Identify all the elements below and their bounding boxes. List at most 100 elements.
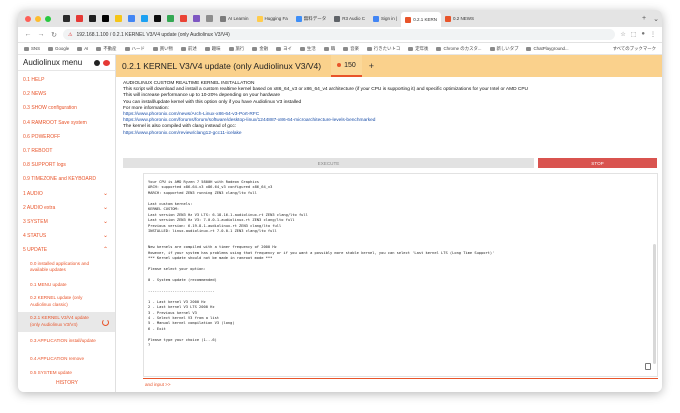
folder-icon bbox=[526, 46, 532, 51]
browser-tab-pinned[interactable] bbox=[60, 10, 73, 27]
bookmark-item[interactable]: ChatPlayground... bbox=[526, 46, 569, 51]
bookmark-item[interactable]: Chrome のカスタ... bbox=[436, 46, 482, 52]
execute-button[interactable]: EXECUTE bbox=[123, 158, 534, 168]
browser-tab[interactable]: Hugging Fa bbox=[253, 12, 292, 25]
browser-tab[interactable]: Sign in | bbox=[369, 12, 401, 25]
browser-tab[interactable]: R3 Audio C bbox=[330, 12, 369, 25]
browser-tab[interactable]: 0.2 NEWS bbox=[441, 12, 478, 25]
reload-icon[interactable]: ↻ bbox=[50, 31, 58, 39]
copy-icon[interactable] bbox=[645, 363, 651, 370]
sidebar-item-label: 0.3 SHOW configuration bbox=[23, 105, 77, 112]
chevron-down-icon: ⌄ bbox=[102, 190, 108, 197]
sidebar-item[interactable]: 0.3 SHOW configuration bbox=[18, 101, 115, 115]
bookmark-item[interactable]: 趣味 bbox=[204, 46, 221, 52]
bookmark-label: ハード bbox=[131, 45, 145, 51]
bookmark-label: SNS bbox=[31, 46, 41, 51]
bookmark-item[interactable]: 新しいタブ bbox=[489, 46, 518, 52]
sidebar-item[interactable]: 4 STATUS ⌄ bbox=[18, 229, 115, 243]
clang-review-link[interactable]: https://www.phoronix.com/review/clang12-… bbox=[123, 131, 655, 137]
browser-tab-pinned[interactable] bbox=[86, 10, 99, 27]
sidebar-subitem[interactable]: 0.2 KERNEL update (only Audiolinux class… bbox=[18, 292, 115, 312]
sidebar-item[interactable]: 0.7 REBOOT bbox=[18, 144, 115, 158]
bookmark-item[interactable]: 買い物 bbox=[152, 46, 173, 52]
browser-tab-pinned[interactable] bbox=[138, 10, 151, 27]
sidebar-subitem[interactable]: 0.0 installed applications and available… bbox=[18, 257, 115, 277]
browser-tab-pinned[interactable] bbox=[151, 10, 164, 27]
sidebar-item[interactable]: 0.4 RAMROOT Save system bbox=[18, 116, 115, 130]
close-window-button[interactable] bbox=[25, 15, 31, 22]
bookmark-item[interactable]: 前述 bbox=[180, 46, 197, 52]
browser-tab[interactable]: 無料データ bbox=[292, 12, 331, 25]
main-panel: 0.2.1 KERNEL V3/V4 update (only Audiolin… bbox=[116, 55, 662, 392]
new-tab-button[interactable]: + bbox=[638, 15, 650, 22]
session-tab[interactable]: 150 bbox=[331, 55, 362, 77]
sidebar-subitem[interactable]: 0.3 APPLICATION install/update bbox=[18, 332, 115, 352]
github-icon[interactable] bbox=[94, 59, 100, 66]
folder-icon bbox=[489, 46, 495, 51]
bookmark-item[interactable]: 旅行 bbox=[228, 46, 244, 52]
sidebar-item[interactable]: 0.9 TIMEZONE and KEYBOARD bbox=[18, 172, 115, 186]
bookmark-item[interactable]: 生活 bbox=[299, 46, 316, 52]
sidebar-subitem[interactable]: 0.1 MENU update bbox=[18, 277, 115, 291]
sidebar-item[interactable]: 0.8 SUPPORT logs bbox=[18, 158, 115, 172]
favicon-icon bbox=[76, 15, 83, 22]
terminal-input[interactable] bbox=[145, 381, 658, 387]
sidebar-subitem[interactable]: 0.5 SYSTEM update bbox=[18, 366, 115, 380]
browser-tab-pinned[interactable] bbox=[177, 10, 190, 27]
add-tab-button[interactable]: + bbox=[369, 61, 374, 71]
minimize-window-button[interactable] bbox=[35, 15, 41, 22]
bookmark-item[interactable]: 音楽 bbox=[343, 46, 359, 52]
favicon-icon bbox=[180, 15, 187, 22]
all-bookmarks[interactable]: すべてのブックマーク bbox=[613, 46, 656, 52]
sidebar-item[interactable]: 0.1 HELP bbox=[18, 73, 115, 87]
terminal-scrollbar[interactable] bbox=[653, 244, 656, 364]
bookmark-label: AI bbox=[84, 46, 89, 51]
bookmark-item[interactable]: 不動産 bbox=[96, 46, 117, 52]
browser-tab-pinned[interactable] bbox=[203, 10, 216, 27]
browser-tab-pinned[interactable] bbox=[112, 10, 125, 27]
bookmark-item[interactable]: 定年後 bbox=[408, 46, 428, 52]
tab-search-icon[interactable]: ⌄ bbox=[650, 15, 662, 23]
bookmark-item[interactable]: 行きたいトコ bbox=[366, 46, 400, 52]
back-icon[interactable]: ← bbox=[24, 31, 32, 38]
maximize-window-button[interactable] bbox=[45, 15, 51, 22]
browser-tab-pinned[interactable] bbox=[164, 10, 177, 27]
browser-window: AI Learnin Hugging Fa 無料データ R3 Audio C Sign … bbox=[18, 10, 662, 392]
url-field[interactable]: ⚠ 192.168.1.100 / 0.2.1 KERNEL V3/V4 upd… bbox=[63, 29, 616, 40]
sidebar-item-label: 0.1 HELP bbox=[23, 77, 45, 84]
bookmark-item[interactable]: ハード bbox=[124, 45, 145, 52]
sidebar-item[interactable]: 0.2 NEWS bbox=[18, 87, 115, 101]
sidebar-item[interactable]: 1 AUDIO ⌄ bbox=[18, 187, 115, 201]
extensions-icon[interactable]: ⬚ bbox=[631, 31, 637, 38]
youtube-icon[interactable] bbox=[103, 59, 110, 66]
bookmark-star-icon[interactable]: ☆ bbox=[620, 31, 625, 38]
browser-tab[interactable]: 0.2.1 KERN bbox=[401, 12, 441, 27]
tab-status-dot-icon bbox=[337, 63, 342, 67]
sidebar-item[interactable]: 5 UPDATE ⌃ bbox=[18, 243, 115, 257]
bookmarks-bar: SNS Google AI 不動産 ハード 買い物 前述 趣味 旅行 金融 ヨイ 生活 職 音楽 行きたいト… bbox=[18, 43, 662, 55]
browser-tab-pinned[interactable] bbox=[99, 10, 112, 27]
browser-tab-pinned[interactable] bbox=[190, 10, 203, 27]
bookmark-item[interactable]: SNS bbox=[24, 46, 40, 51]
sidebar-item[interactable]: 0.6 POWEROFF bbox=[18, 130, 115, 144]
sidebar-subitem[interactable]: 0.2.1 KERNEL V3/V4 update (only Audiolin… bbox=[18, 311, 115, 332]
sidebar-subitem[interactable]: 0.4 APPLICATION remove bbox=[18, 352, 115, 366]
forward-icon[interactable]: → bbox=[37, 31, 45, 38]
browser-tab[interactable]: AI Learnin bbox=[216, 12, 253, 25]
profile-icon[interactable]: ● bbox=[641, 31, 645, 38]
history-button[interactable]: HISTORY bbox=[18, 380, 116, 386]
browser-tab-pinned[interactable] bbox=[125, 10, 138, 27]
bookmark-item[interactable]: ヨイ bbox=[276, 46, 292, 52]
bookmark-label: 職 bbox=[330, 45, 336, 51]
bookmark-item[interactable]: Google bbox=[48, 46, 69, 51]
menu-dots-icon[interactable]: ⋮ bbox=[650, 31, 656, 38]
bookmark-item[interactable]: 金融 bbox=[252, 46, 268, 52]
stop-button[interactable]: STOP bbox=[538, 158, 657, 168]
bookmark-item[interactable]: AI bbox=[77, 46, 88, 51]
bookmark-label: 音楽 bbox=[350, 45, 359, 51]
sidebar-item[interactable]: 3 SYSTEM ⌄ bbox=[18, 215, 115, 229]
browser-tab-pinned[interactable] bbox=[73, 10, 86, 27]
bookmark-item[interactable]: 職 bbox=[323, 45, 336, 52]
terminal-output[interactable]: Your CPU is AMD Ryzen 7 5800H with Radeo… bbox=[143, 173, 658, 377]
sidebar-item[interactable]: 2 AUDIO extra ⌄ bbox=[18, 201, 115, 215]
